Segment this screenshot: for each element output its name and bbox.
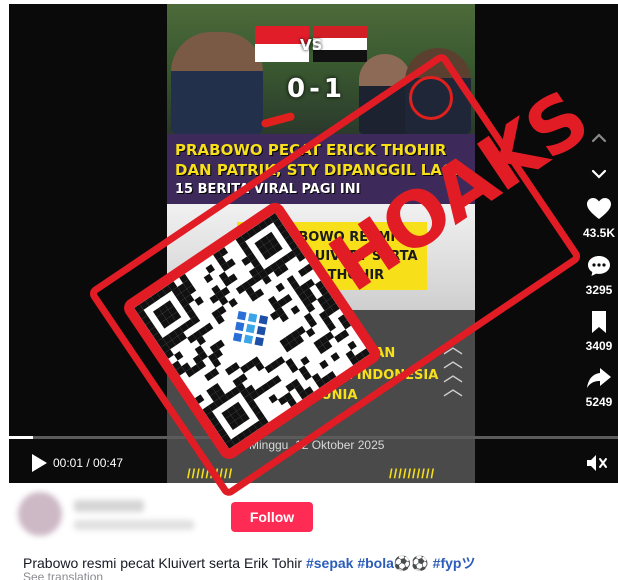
like-count: 43.5K <box>582 226 616 240</box>
bottom-panel: TELAH GAGALKAN MPIAN SAYA INDONESIA PIAL… <box>167 310 475 483</box>
chevron-up-icon[interactable] <box>588 128 610 148</box>
comment-icon <box>588 256 610 276</box>
progress-bar[interactable] <box>9 436 618 439</box>
bookmark-icon <box>592 311 606 333</box>
share-button[interactable]: 5249 <box>577 366 618 409</box>
comment-count: 3295 <box>585 283 613 297</box>
bottom-headline-line: MPIAN SAYA INDONESIA <box>263 368 439 383</box>
save-count: 3409 <box>585 339 613 353</box>
mid-headline-line: PRABOWO RESMI <box>268 230 396 245</box>
headline-line: 15 BERITA VIRAL PAGI INI <box>175 182 361 197</box>
slash-decoration: ////////// <box>389 466 436 481</box>
progress-fill <box>9 436 34 439</box>
person-image <box>171 32 263 134</box>
mid-headline-line: ERICK THOHIR <box>279 268 385 283</box>
mute-button[interactable] <box>586 453 608 473</box>
mid-headline-box: PRABOWO RESMI PECAT KLUIVERT SERTA ERICK… <box>237 222 427 290</box>
headline-line: PRABOWO PECAT ERICK THOHIR <box>175 141 447 159</box>
author-meta-blurred <box>74 520 194 530</box>
video-player[interactable]: VS 0-1 PRABOWO PECAT ERICK THOHIR DAN PA… <box>9 4 618 483</box>
avatar[interactable] <box>18 492 62 536</box>
mid-headline-line: PECAT KLUIVERT SERTA <box>246 249 418 264</box>
see-translation-link[interactable]: See translation <box>23 570 103 580</box>
match-thumbnail: VS 0-1 <box>167 4 475 134</box>
hashtag-link[interactable]: #sepak <box>306 555 353 571</box>
share-count: 5249 <box>585 395 613 409</box>
chevron-stack-icon: ︿ ︿ ︿ ︿ <box>443 336 463 400</box>
video-frame[interactable]: VS 0-1 PRABOWO PECAT ERICK THOHIR DAN PA… <box>167 4 475 483</box>
arrow-icon <box>260 111 296 129</box>
headline-line: DAN PATRIK, STY DIPANGGIL LAGI <box>175 161 460 179</box>
slash-decoration: ////////// <box>187 466 234 481</box>
author-name-blurred[interactable] <box>74 500 144 512</box>
share-icon <box>587 368 611 388</box>
score-label: 0-1 <box>287 74 346 104</box>
play-button[interactable] <box>29 453 49 473</box>
bottom-headline-line: TELAH GAGALKAN <box>263 346 396 361</box>
time-readout: 00:01 / 00:47 <box>53 456 124 470</box>
bottom-headline-line: PIALA DUNIA <box>263 388 358 403</box>
hashtag-link[interactable]: #fypツ <box>433 555 476 571</box>
caption-text: Prabowo resmi pecat Kluivert serta Erik … <box>23 555 303 571</box>
follow-button[interactable]: Follow <box>231 502 313 532</box>
hashtag-link[interactable]: #bola⚽⚽ <box>357 555 428 571</box>
video-date: Minggu, 12 Oktober 2025 <box>249 438 385 452</box>
like-button[interactable]: 43.5K <box>577 197 618 240</box>
highlight-circle <box>409 76 453 120</box>
mute-icon <box>587 455 607 471</box>
chevron-down-icon[interactable] <box>588 164 610 184</box>
person-image <box>359 54 411 134</box>
heart-icon <box>587 198 611 219</box>
comment-button[interactable]: 3295 <box>577 254 618 297</box>
mid-panel: PRABOWO RESMI PECAT KLUIVERT SERTA ERICK… <box>167 204 475 310</box>
vs-label: VS <box>300 36 323 54</box>
play-icon <box>32 454 47 472</box>
headline-band: PRABOWO PECAT ERICK THOHIR DAN PATRIK, S… <box>167 134 475 204</box>
save-button[interactable]: 3409 <box>577 310 618 353</box>
